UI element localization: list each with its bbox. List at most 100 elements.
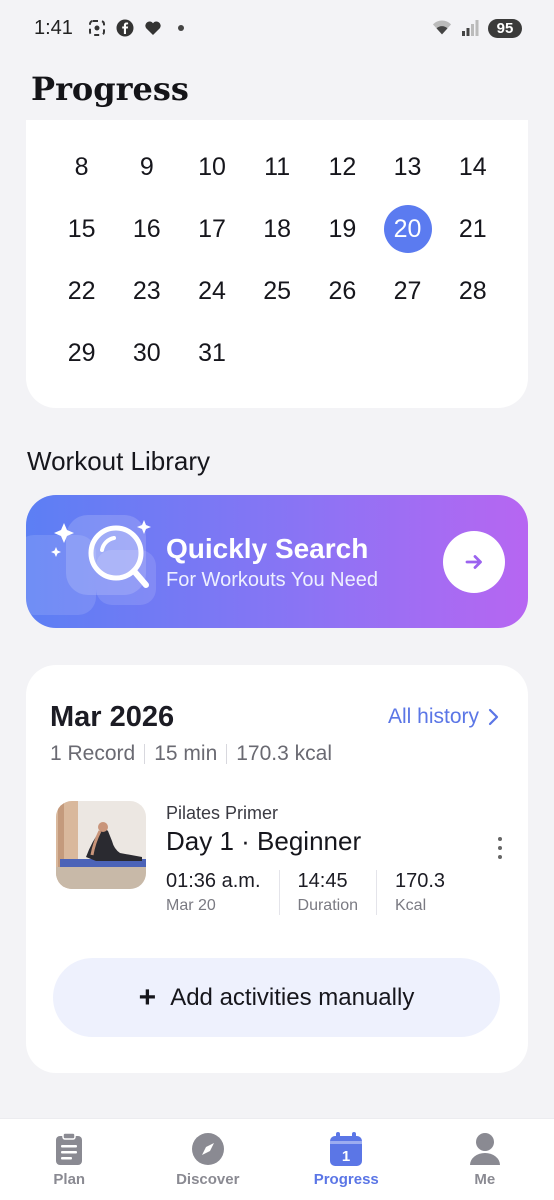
calendar-day[interactable]: 14 bbox=[440, 136, 505, 198]
stat-time-label: Mar 20 bbox=[166, 897, 216, 914]
calendar-day-selected[interactable]: 20 bbox=[375, 198, 440, 260]
month-summary: 1 Record 15 min 170.3 kcal bbox=[50, 742, 332, 766]
more-dot bbox=[498, 846, 502, 850]
calendar-day-number: 14 bbox=[458, 152, 487, 181]
stat-calories: 170.3 Kcal bbox=[376, 870, 463, 915]
calendar-day-number: 21 bbox=[458, 214, 487, 243]
wifi-icon bbox=[432, 18, 452, 38]
summary-calories: 170.3 kcal bbox=[236, 742, 332, 765]
calendar-day[interactable]: 23 bbox=[114, 260, 179, 322]
calendar-day-number: 26 bbox=[328, 276, 357, 305]
battery-indicator: 95 bbox=[488, 18, 522, 38]
calendar-badge: 1 bbox=[342, 1148, 350, 1165]
calendar-day[interactable]: 22 bbox=[49, 260, 114, 322]
stat-duration: 14:45 Duration bbox=[278, 870, 376, 915]
calendar-day-number: 20 bbox=[383, 205, 432, 253]
calendar-day[interactable]: 15 bbox=[49, 198, 114, 260]
calendar-day[interactable]: 25 bbox=[245, 260, 310, 322]
calendar-day[interactable]: 11 bbox=[245, 136, 310, 198]
calendar-day-number: 31 bbox=[198, 338, 226, 367]
record-title: Day 1 · Beginner bbox=[166, 826, 362, 856]
heart-icon bbox=[143, 18, 163, 38]
calendar-day[interactable]: 10 bbox=[179, 136, 244, 198]
stat-calories-label: Kcal bbox=[395, 897, 427, 914]
calendar-day[interactable]: 24 bbox=[179, 260, 244, 322]
summary-duration: 15 min bbox=[154, 742, 218, 765]
record-program: Pilates Primer bbox=[166, 803, 279, 823]
calendar-day-number: 8 bbox=[74, 152, 89, 181]
add-activities-button[interactable]: + Add activities manually bbox=[53, 958, 500, 1037]
calendar-day[interactable]: 17 bbox=[179, 198, 244, 260]
nav-progress-label: Progress bbox=[313, 1171, 379, 1188]
compass-icon bbox=[190, 1131, 226, 1167]
nav-discover-label: Discover bbox=[176, 1171, 240, 1188]
nav-progress[interactable]: 1 Progress bbox=[277, 1119, 416, 1200]
all-history-label: All history bbox=[388, 705, 480, 728]
quick-search-banner[interactable]: Quickly Search For Workouts You Need bbox=[26, 495, 528, 628]
page-title: Progress bbox=[31, 70, 189, 108]
screenshot-icon bbox=[87, 18, 107, 38]
stat-time: 01:36 a.m. Mar 20 bbox=[166, 870, 279, 915]
nav-plan-label: Plan bbox=[53, 1171, 86, 1188]
calendar-day-number: 27 bbox=[393, 276, 422, 305]
stat-time-value: 01:36 a.m. bbox=[166, 870, 261, 892]
calendar-day-number: 30 bbox=[132, 338, 161, 367]
dot-icon bbox=[171, 18, 191, 38]
calendar-day-number: 11 bbox=[264, 152, 291, 181]
banner-arrow-button[interactable] bbox=[443, 531, 505, 593]
record-stats: 01:36 a.m. Mar 20 14:45 Duration 170.3 K… bbox=[166, 870, 463, 915]
history-card: Mar 2026 All history 1 Record 15 min 170… bbox=[26, 665, 528, 1073]
divider bbox=[226, 744, 228, 764]
calendar-day-number: 24 bbox=[198, 276, 226, 305]
calendar-day[interactable]: 19 bbox=[310, 198, 375, 260]
all-history-link[interactable]: All history bbox=[388, 705, 499, 729]
calendar-day[interactable]: 8 bbox=[49, 136, 114, 198]
person-icon bbox=[467, 1131, 503, 1167]
signal-icon bbox=[460, 18, 480, 38]
facebook-icon bbox=[115, 18, 135, 38]
calendar-day[interactable]: 27 bbox=[375, 260, 440, 322]
more-dot bbox=[498, 837, 502, 841]
calendar-day-number: 22 bbox=[67, 276, 96, 305]
calendar-day-number: 18 bbox=[263, 214, 292, 243]
divider bbox=[144, 744, 146, 764]
calendar-day[interactable]: 13 bbox=[375, 136, 440, 198]
calendar-day[interactable]: 16 bbox=[114, 198, 179, 260]
calendar-day[interactable]: 21 bbox=[440, 198, 505, 260]
calendar-day-number: 17 bbox=[198, 214, 226, 243]
workout-thumbnail[interactable] bbox=[56, 801, 146, 889]
chevron-right-icon bbox=[488, 708, 499, 726]
calendar-day[interactable]: 30 bbox=[114, 322, 179, 384]
add-activities-label: Add activities manually bbox=[170, 983, 415, 1011]
month-title: Mar 2026 bbox=[50, 701, 175, 733]
stat-calories-value: 170.3 bbox=[395, 870, 446, 892]
status-time: 1:41 bbox=[34, 16, 73, 39]
more-options-button[interactable] bbox=[488, 831, 512, 865]
calendar-day[interactable]: 18 bbox=[245, 198, 310, 260]
calendar-day-number: 16 bbox=[132, 214, 161, 243]
calendar-day[interactable]: 9 bbox=[114, 136, 179, 198]
stat-duration-label: Duration bbox=[297, 897, 358, 914]
clipboard-icon bbox=[51, 1131, 87, 1167]
calendar-day[interactable]: 26 bbox=[310, 260, 375, 322]
bottom-nav: Plan Discover 1 Progress Me bbox=[0, 1118, 554, 1200]
calendar-day[interactable]: 28 bbox=[440, 260, 505, 322]
plus-icon: + bbox=[138, 980, 157, 1014]
stat-duration-value: 14:45 bbox=[297, 870, 348, 892]
calendar-day-number: 19 bbox=[328, 214, 357, 243]
banner-title: Quickly Search bbox=[166, 533, 369, 564]
calendar-day[interactable]: 12 bbox=[310, 136, 375, 198]
nav-plan[interactable]: Plan bbox=[0, 1119, 139, 1200]
more-dot bbox=[498, 855, 502, 859]
nav-discover[interactable]: Discover bbox=[139, 1119, 278, 1200]
nav-me[interactable]: Me bbox=[416, 1119, 554, 1200]
calendar-day-number: 13 bbox=[393, 152, 422, 181]
summary-records: 1 Record bbox=[50, 742, 136, 765]
workout-library-title: Workout Library bbox=[27, 446, 211, 476]
calendar-grid: 8 9 10 11 12 13 14 15 16 17 18 19 20 21 22 23 24 25 26 27 28… bbox=[49, 136, 505, 384]
calendar-day-number: 23 bbox=[132, 276, 161, 305]
calendar-day[interactable]: 29 bbox=[49, 322, 114, 384]
calendar-day-number: 10 bbox=[198, 152, 226, 181]
calendar-day[interactable]: 31 bbox=[179, 322, 244, 384]
calendar-day-number: 9 bbox=[139, 152, 154, 181]
